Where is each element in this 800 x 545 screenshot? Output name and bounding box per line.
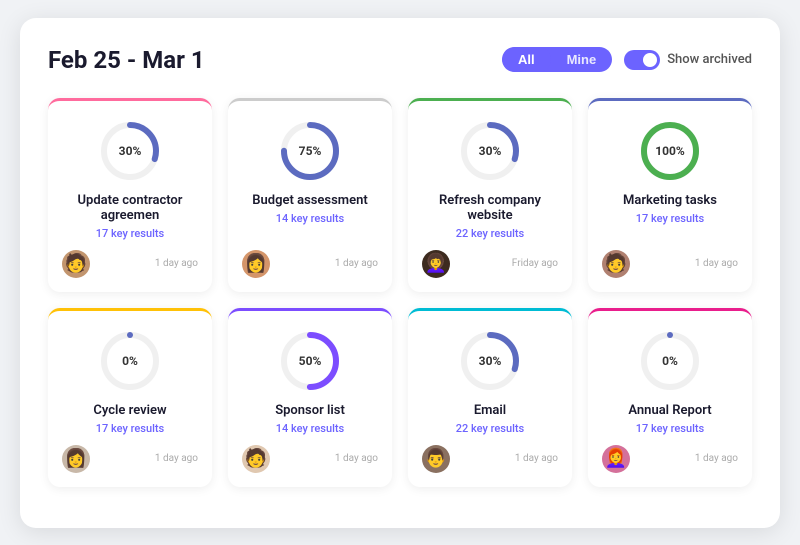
- card-title: Budget assessment: [252, 193, 367, 208]
- toggle-switch[interactable]: [624, 50, 660, 70]
- card-time: 1 day ago: [155, 258, 198, 269]
- percent-text: 75%: [299, 144, 322, 158]
- percent-text: 0%: [662, 354, 678, 368]
- progress-ring: 100%: [638, 119, 702, 183]
- card-card-7[interactable]: 30% Email 22 key results 👨 1 day ago: [408, 308, 572, 487]
- toggle-label: Show archived: [667, 52, 752, 67]
- card-time: 1 day ago: [515, 453, 558, 464]
- progress-ring: 50%: [278, 329, 342, 393]
- progress-ring: 30%: [458, 329, 522, 393]
- card-footer: 👩‍🦱 Friday ago: [422, 250, 558, 278]
- card-time: 1 day ago: [335, 453, 378, 464]
- card-title: Sponsor list: [275, 403, 345, 418]
- show-archived-toggle[interactable]: Show archived: [624, 50, 752, 70]
- avatar: 👩: [62, 445, 90, 473]
- card-key-results: 17 key results: [636, 212, 704, 225]
- card-footer: 👨 1 day ago: [422, 445, 558, 473]
- card-key-results: 14 key results: [276, 212, 344, 225]
- avatar: 🧑: [242, 445, 270, 473]
- filter-group: All Mine: [502, 47, 612, 72]
- percent-text: 100%: [655, 144, 685, 158]
- header: Feb 25 - Mar 1 All Mine Show archived: [48, 46, 752, 74]
- progress-ring: 0%: [638, 329, 702, 393]
- progress-ring: 75%: [278, 119, 342, 183]
- avatar: 👩: [242, 250, 270, 278]
- card-card-1[interactable]: 30% Update contractor agreemen 17 key re…: [48, 98, 212, 292]
- card-title: Annual Report: [628, 403, 711, 418]
- card-time: 1 day ago: [695, 258, 738, 269]
- card-card-2[interactable]: 75% Budget assessment 14 key results 👩 1…: [228, 98, 392, 292]
- avatar: 👨: [422, 445, 450, 473]
- card-time: Friday ago: [512, 258, 558, 269]
- card-title: Marketing tasks: [623, 193, 717, 208]
- progress-ring: 30%: [98, 119, 162, 183]
- progress-ring: 0%: [98, 329, 162, 393]
- avatar: 👩‍🦰: [602, 445, 630, 473]
- card-time: 1 day ago: [695, 453, 738, 464]
- cards-grid: 30% Update contractor agreemen 17 key re…: [48, 98, 752, 487]
- percent-text: 30%: [479, 144, 502, 158]
- card-title: Email: [474, 403, 506, 418]
- card-time: 1 day ago: [335, 258, 378, 269]
- card-title: Refresh company website: [422, 193, 558, 223]
- card-card-5[interactable]: 0% Cycle review 17 key results 👩 1 day a…: [48, 308, 212, 487]
- card-card-6[interactable]: 50% Sponsor list 14 key results 🧑 1 day …: [228, 308, 392, 487]
- card-key-results: 22 key results: [456, 227, 524, 240]
- card-footer: 👩 1 day ago: [62, 445, 198, 473]
- card-footer: 🧑 1 day ago: [602, 250, 738, 278]
- card-key-results: 17 key results: [636, 422, 704, 435]
- card-footer: 🧑 1 day ago: [242, 445, 378, 473]
- card-key-results: 17 key results: [96, 422, 164, 435]
- progress-ring: 30%: [458, 119, 522, 183]
- percent-text: 30%: [119, 144, 142, 158]
- filter-mine-button[interactable]: Mine: [551, 47, 613, 72]
- avatar: 🧑: [62, 250, 90, 278]
- percent-text: 30%: [479, 354, 502, 368]
- card-title: Cycle review: [93, 403, 166, 418]
- card-footer: 👩 1 day ago: [242, 250, 378, 278]
- card-footer: 👩‍🦰 1 day ago: [602, 445, 738, 473]
- avatar: 🧑: [602, 250, 630, 278]
- card-key-results: 22 key results: [456, 422, 524, 435]
- card-footer: 🧑 1 day ago: [62, 250, 198, 278]
- card-key-results: 17 key results: [96, 227, 164, 240]
- filter-all-button[interactable]: All: [502, 47, 551, 72]
- page-title: Feb 25 - Mar 1: [48, 46, 205, 74]
- percent-text: 0%: [122, 354, 138, 368]
- app-container: Feb 25 - Mar 1 All Mine Show archived 30…: [20, 18, 780, 528]
- avatar: 👩‍🦱: [422, 250, 450, 278]
- card-time: 1 day ago: [155, 453, 198, 464]
- card-title: Update contractor agreemen: [62, 193, 198, 223]
- card-card-4[interactable]: 100% Marketing tasks 17 key results 🧑 1 …: [588, 98, 752, 292]
- card-key-results: 14 key results: [276, 422, 344, 435]
- percent-text: 50%: [299, 354, 322, 368]
- card-card-3[interactable]: 30% Refresh company website 22 key resul…: [408, 98, 572, 292]
- header-controls: All Mine Show archived: [502, 47, 752, 72]
- card-card-8[interactable]: 0% Annual Report 17 key results 👩‍🦰 1 da…: [588, 308, 752, 487]
